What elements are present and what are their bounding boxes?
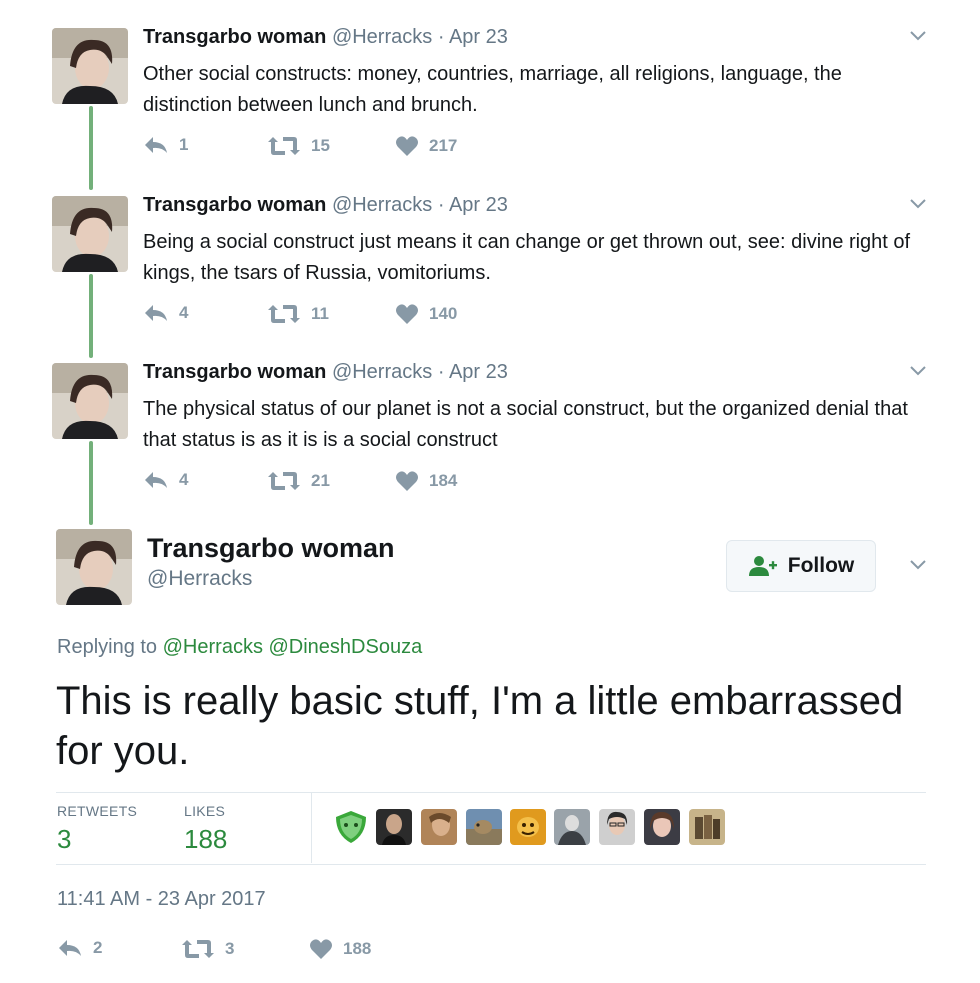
likes-stat-value[interactable]: 188 — [184, 824, 227, 855]
avatar[interactable] — [56, 529, 132, 605]
separator-dot: · — [437, 26, 445, 48]
liker-avatar[interactable] — [599, 809, 635, 845]
liker-avatar[interactable] — [644, 809, 680, 845]
like-count: 217 — [429, 136, 458, 155]
liker-avatar[interactable] — [689, 809, 725, 845]
retweet-count: 15 — [311, 136, 330, 155]
reply-button[interactable]: 1 — [143, 135, 188, 155]
reply-icon — [145, 472, 167, 488]
retweet-button[interactable]: 3 — [181, 938, 234, 960]
thread-tweet[interactable]: Transgarbo woman @Herracks · Apr 23 The … — [0, 335, 980, 495]
separator-dot: · — [437, 194, 445, 216]
avatar[interactable] — [52, 196, 128, 272]
like-count: 140 — [429, 304, 458, 323]
like-button[interactable]: 140 — [395, 303, 457, 325]
avatar[interactable] — [52, 28, 128, 104]
reply-button[interactable]: 4 — [143, 303, 188, 323]
like-button[interactable]: 188 — [309, 938, 371, 960]
chevron-down-icon[interactable] — [905, 23, 931, 49]
reply-count: 4 — [179, 303, 189, 322]
author-handle[interactable]: @Herracks — [332, 26, 432, 48]
likes-stat-label: LIKES — [184, 803, 226, 819]
avatar[interactable] — [52, 363, 128, 439]
author-name[interactable]: Transgarbo woman — [143, 194, 326, 216]
heart-icon — [310, 939, 332, 959]
chevron-down-icon[interactable] — [905, 358, 931, 384]
tweet-date[interactable]: Apr 23 — [449, 194, 508, 216]
divider — [311, 793, 312, 863]
retweet-icon — [268, 305, 300, 323]
liker-avatar[interactable] — [466, 809, 502, 845]
retweet-count: 21 — [311, 471, 330, 490]
reply-button[interactable]: 2 — [57, 938, 102, 958]
tweet-header: Transgarbo woman @Herracks · Apr 23 — [143, 194, 508, 217]
author-handle[interactable]: @Herracks — [332, 361, 432, 383]
add-user-icon — [748, 556, 777, 576]
reply-mentions-link[interactable]: @Herracks @DineshDSouza — [163, 636, 423, 658]
like-button[interactable]: 184 — [395, 470, 457, 492]
replying-to: Replying to @Herracks @DineshDSouza — [57, 636, 422, 659]
thread-tweet[interactable]: Transgarbo woman @Herracks · Apr 23 Bein… — [0, 168, 980, 328]
follow-label: Follow — [787, 554, 855, 577]
author-name[interactable]: Transgarbo woman — [143, 361, 326, 383]
heart-icon — [396, 136, 418, 156]
author-handle[interactable]: @Herracks — [147, 567, 252, 591]
separator-dot: · — [437, 361, 445, 383]
thread-tweet[interactable]: Transgarbo woman @Herracks · Apr 23 Othe… — [0, 0, 980, 160]
retweets-stat-label: RETWEETS — [57, 803, 138, 819]
retweet-icon — [268, 472, 300, 490]
like-count: 188 — [343, 939, 372, 958]
reply-button[interactable]: 4 — [143, 470, 188, 490]
replying-prefix: Replying to — [57, 636, 158, 658]
liker-avatar[interactable] — [376, 809, 412, 845]
author-handle[interactable]: @Herracks — [332, 194, 432, 216]
tweet-text: Being a social construct just means it c… — [143, 231, 911, 284]
liker-avatar[interactable] — [554, 809, 590, 845]
tweet-date[interactable]: Apr 23 — [449, 26, 508, 48]
divider — [56, 864, 926, 865]
retweet-count: 11 — [311, 304, 329, 323]
retweet-count: 3 — [225, 939, 235, 958]
like-button[interactable]: 217 — [395, 135, 457, 157]
retweet-icon — [268, 137, 300, 155]
heart-icon — [396, 304, 418, 324]
retweet-button[interactable]: 15 — [267, 135, 330, 157]
liker-avatar[interactable] — [510, 809, 546, 845]
retweet-button[interactable]: 11 — [267, 303, 329, 325]
retweet-button[interactable]: 21 — [267, 470, 330, 492]
reply-icon — [59, 940, 81, 956]
author-name[interactable]: Transgarbo woman — [143, 26, 326, 48]
liker-avatar[interactable] — [421, 809, 457, 845]
reply-icon — [145, 137, 167, 153]
focused-tweet-text: This is really basic stuff, I'm a little… — [56, 679, 904, 773]
reply-count: 1 — [179, 135, 189, 154]
heart-icon — [396, 471, 418, 491]
chevron-down-icon[interactable] — [905, 552, 931, 578]
chevron-down-icon[interactable] — [905, 191, 931, 217]
tweet-text: The physical status of our planet is not… — [143, 398, 908, 451]
liker-avatar[interactable] — [333, 809, 369, 845]
retweets-stat-value[interactable]: 3 — [57, 824, 71, 855]
tweet-header: Transgarbo woman @Herracks · Apr 23 — [143, 26, 508, 49]
tweet-timestamp[interactable]: 11:41 AM - 23 Apr 2017 — [57, 888, 266, 911]
like-count: 184 — [429, 471, 458, 490]
reply-count: 4 — [179, 470, 189, 489]
divider — [56, 792, 926, 793]
follow-button[interactable]: Follow — [726, 540, 876, 592]
retweet-icon — [182, 940, 214, 958]
reply-count: 2 — [93, 938, 103, 957]
author-name[interactable]: Transgarbo woman — [147, 533, 395, 564]
reply-icon — [145, 305, 167, 321]
tweet-text: Other social constructs: money, countrie… — [143, 63, 842, 116]
tweet-date[interactable]: Apr 23 — [449, 361, 508, 383]
tweet-header: Transgarbo woman @Herracks · Apr 23 — [143, 361, 508, 384]
